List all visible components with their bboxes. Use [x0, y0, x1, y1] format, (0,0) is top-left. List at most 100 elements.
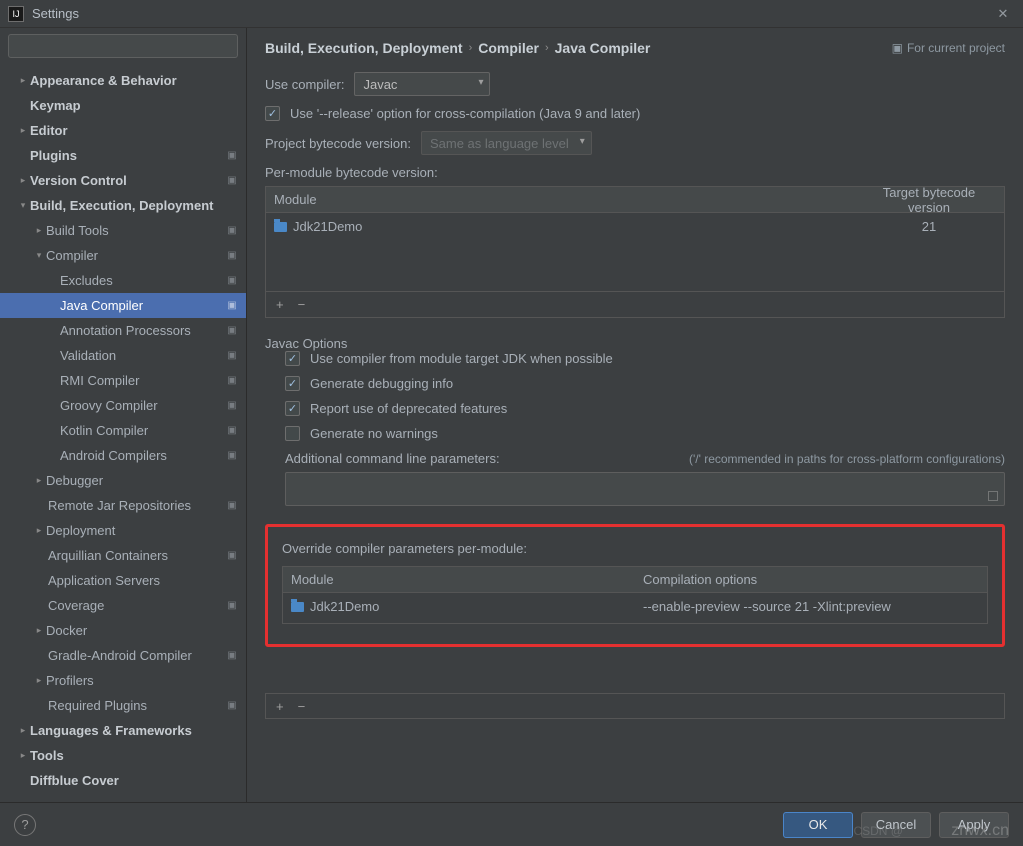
sidebar-item-required-plugins[interactable]: Required Plugins▣	[0, 693, 246, 718]
project-bytecode-label: Project bytecode version:	[265, 136, 411, 151]
debug-option-checkbox[interactable]	[285, 376, 300, 391]
window-title: Settings	[32, 6, 991, 21]
sidebar-item-plugins[interactable]: Plugins▣	[0, 143, 246, 168]
additional-params-note: ('/' recommended in paths for cross-plat…	[689, 452, 1005, 466]
remove-button[interactable]: −	[298, 699, 306, 714]
project-badge-icon: ▣	[224, 173, 240, 189]
use-compiler-select[interactable]: Javac	[354, 72, 490, 96]
sidebar-item-diffblue[interactable]: Diffblue Cover	[0, 768, 246, 793]
sidebar-item-android-compilers[interactable]: Android Compilers▣	[0, 443, 246, 468]
highlight-box: Override compiler parameters per-module:…	[265, 524, 1005, 647]
use-compiler-value: Javac	[363, 77, 397, 92]
nowarn-option-checkbox[interactable]	[285, 426, 300, 441]
sidebar-item-vcs[interactable]: Version Control▣	[0, 168, 246, 193]
deprecated-option-checkbox[interactable]	[285, 401, 300, 416]
sidebar-item-languages[interactable]: Languages & Frameworks	[0, 718, 246, 743]
sidebar-item-rmi-compiler[interactable]: RMI Compiler▣	[0, 368, 246, 393]
project-badge-icon: ▣	[224, 148, 240, 164]
sidebar-item-compiler[interactable]: Compiler▣	[0, 243, 246, 268]
table-header-module[interactable]: Module	[266, 192, 854, 207]
project-badge-icon: ▣	[224, 298, 240, 314]
override-params-label: Override compiler parameters per-module:	[282, 541, 988, 556]
title-bar: IJ Settings ✕	[0, 0, 1023, 28]
remove-button[interactable]: −	[298, 297, 306, 312]
sidebar-item-profilers[interactable]: Profilers	[0, 668, 246, 693]
sidebar: Appearance & Behavior Keymap Editor Plug…	[0, 28, 247, 802]
module-icon	[274, 222, 287, 232]
sidebar-item-annotation-processors[interactable]: Annotation Processors▣	[0, 318, 246, 343]
project-badge-icon: ▣	[224, 398, 240, 414]
sidebar-item-excludes[interactable]: Excludes▣	[0, 268, 246, 293]
close-icon[interactable]: ✕	[991, 6, 1015, 22]
module-options[interactable]: --enable-preview --source 21 -Xlint:prev…	[635, 599, 987, 614]
javac-options-label: Javac Options	[265, 336, 1005, 351]
sidebar-item-gradle-android[interactable]: Gradle-Android Compiler▣	[0, 643, 246, 668]
sidebar-item-validation[interactable]: Validation▣	[0, 343, 246, 368]
add-button[interactable]: +	[276, 297, 284, 312]
sidebar-item-build-tools[interactable]: Build Tools▣	[0, 218, 246, 243]
add-button[interactable]: +	[276, 699, 284, 714]
module-name: Jdk21Demo	[310, 599, 379, 614]
module-name: Jdk21Demo	[293, 219, 362, 234]
sidebar-item-remote-repos[interactable]: Remote Jar Repositories▣	[0, 493, 246, 518]
table-header-version[interactable]: Target bytecode version	[854, 185, 1004, 215]
search-input[interactable]	[8, 34, 238, 58]
sidebar-item-arquillian[interactable]: Arquillian Containers▣	[0, 543, 246, 568]
debug-option-label: Generate debugging info	[310, 376, 453, 391]
help-button[interactable]: ?	[14, 814, 36, 836]
scope-badge: ▣ For current project	[892, 41, 1005, 55]
project-bytecode-select[interactable]: Same as language level	[421, 131, 592, 155]
module-icon	[291, 602, 304, 612]
jdk-option-checkbox[interactable]	[285, 351, 300, 366]
sidebar-item-java-compiler[interactable]: Java Compiler▣	[0, 293, 246, 318]
app-logo-icon: IJ	[8, 6, 24, 22]
deprecated-option-label: Report use of deprecated features	[310, 401, 507, 416]
override-table: Module Compilation options Jdk21Demo --e…	[282, 566, 988, 624]
project-badge-icon: ▣	[224, 448, 240, 464]
project-badge-icon: ▣	[224, 548, 240, 564]
module-version[interactable]: 21	[854, 219, 1004, 234]
ok-button[interactable]: OK	[783, 812, 853, 838]
additional-params-input[interactable]	[285, 472, 1005, 506]
sidebar-item-bed[interactable]: Build, Execution, Deployment	[0, 193, 246, 218]
sidebar-item-app-servers[interactable]: Application Servers	[0, 568, 246, 593]
project-badge-icon: ▣	[224, 323, 240, 339]
additional-params-label: Additional command line parameters:	[285, 451, 500, 466]
project-badge-icon: ▣	[224, 248, 240, 264]
project-badge-icon: ▣	[892, 41, 903, 55]
release-option-checkbox[interactable]	[265, 106, 280, 121]
sidebar-item-docker[interactable]: Docker	[0, 618, 246, 643]
sidebar-item-keymap[interactable]: Keymap	[0, 93, 246, 118]
breadcrumb-item[interactable]: Build, Execution, Deployment	[265, 40, 463, 56]
chevron-right-icon: ›	[469, 42, 473, 54]
project-badge-icon: ▣	[224, 598, 240, 614]
table-row[interactable]: Jdk21Demo 21	[266, 213, 1004, 239]
sidebar-item-coverage[interactable]: Coverage▣	[0, 593, 246, 618]
scope-badge-label: For current project	[907, 41, 1005, 55]
expand-icon[interactable]	[988, 491, 998, 501]
jdk-option-label: Use compiler from module target JDK when…	[310, 351, 613, 366]
settings-tree: Appearance & Behavior Keymap Editor Plug…	[0, 64, 246, 793]
breadcrumb-item[interactable]: Compiler	[478, 40, 539, 56]
table-row[interactable]: Jdk21Demo --enable-preview --source 21 -…	[283, 593, 987, 619]
sidebar-item-debugger[interactable]: Debugger	[0, 468, 246, 493]
project-bytecode-value: Same as language level	[430, 136, 569, 151]
sidebar-item-kotlin-compiler[interactable]: Kotlin Compiler▣	[0, 418, 246, 443]
sidebar-item-editor[interactable]: Editor	[0, 118, 246, 143]
project-badge-icon: ▣	[224, 423, 240, 439]
use-compiler-label: Use compiler:	[265, 77, 344, 92]
project-badge-icon: ▣	[224, 348, 240, 364]
table-header-module[interactable]: Module	[283, 572, 635, 587]
apply-button[interactable]: Apply	[939, 812, 1009, 838]
project-badge-icon: ▣	[224, 698, 240, 714]
per-module-label: Per-module bytecode version:	[265, 165, 1005, 180]
sidebar-item-deployment[interactable]: Deployment	[0, 518, 246, 543]
dialog-footer: ? OK Cancel Apply	[0, 802, 1023, 846]
cancel-button[interactable]: Cancel	[861, 812, 931, 838]
sidebar-item-appearance[interactable]: Appearance & Behavior	[0, 68, 246, 93]
sidebar-item-tools[interactable]: Tools	[0, 743, 246, 768]
project-badge-icon: ▣	[224, 498, 240, 514]
project-badge-icon: ▣	[224, 373, 240, 389]
sidebar-item-groovy-compiler[interactable]: Groovy Compiler▣	[0, 393, 246, 418]
table-header-options[interactable]: Compilation options	[635, 572, 987, 587]
